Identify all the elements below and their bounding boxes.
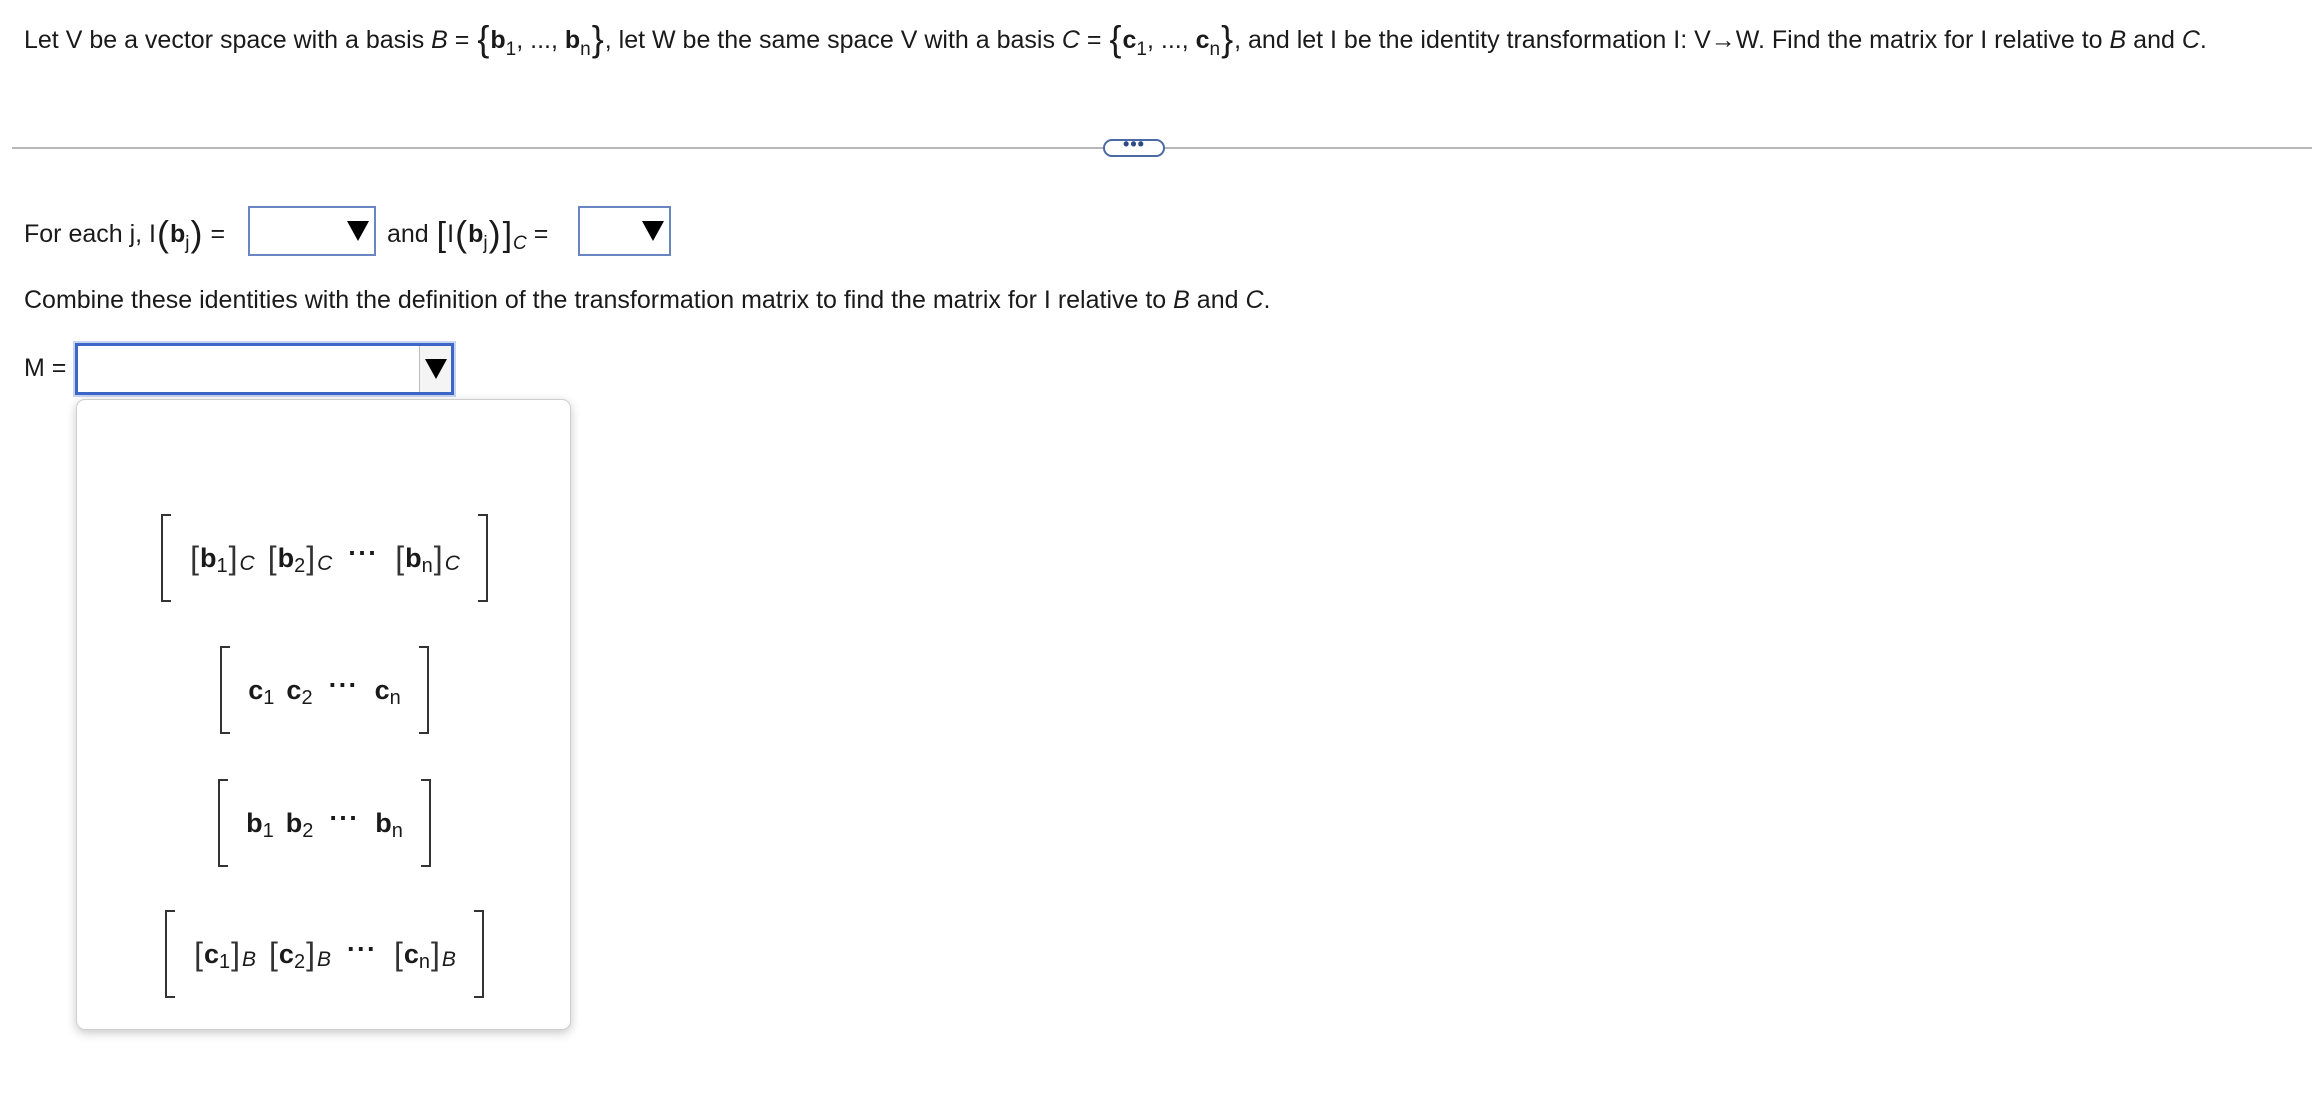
- matrix-answer-dropdown[interactable]: [75, 343, 454, 395]
- identity-image-dropdown[interactable]: [248, 206, 376, 256]
- step2-text: Combine these identities with the defini…: [24, 286, 1271, 314]
- option-c-coordinates-in-B[interactable]: [c 1] B [c 2] B ··· [c n] B: [77, 908, 572, 1000]
- option-c-vectors[interactable]: c1 c2 ··· cn: [77, 644, 572, 736]
- step1-label: For each j, I(bj) =: [24, 213, 226, 255]
- question-text: Let V be a vector space with a basis B =…: [24, 18, 2207, 60]
- matrix-label: M =: [24, 354, 67, 382]
- step1-coord-label: and [I(bj)]C =: [387, 213, 549, 255]
- chevron-down-icon: [342, 208, 374, 254]
- matrix-options-menu: [b 1] C [b 2] C ··· [b n] C c1 c2 ··· cn b1 b2…: [76, 399, 571, 1030]
- chevron-down-icon: [419, 346, 451, 392]
- more-options-button[interactable]: •••: [1103, 135, 1165, 157]
- option-b-coordinates-in-C[interactable]: [b 1] C [b 2] C ··· [b n] C: [77, 512, 572, 604]
- chevron-down-icon: [637, 208, 669, 254]
- coordinate-vector-dropdown[interactable]: [578, 206, 671, 256]
- option-b-vectors[interactable]: b1 b2 ··· bn: [77, 777, 572, 869]
